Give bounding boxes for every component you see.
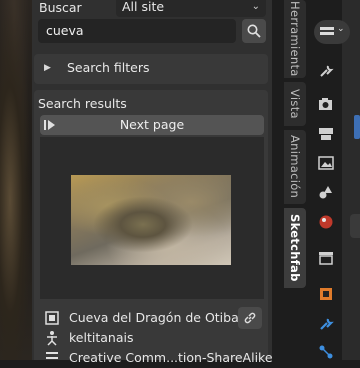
author-icon <box>47 331 57 346</box>
tab-label: Sketchfab <box>288 214 302 282</box>
search-filters-section[interactable]: ▶ Search filters <box>34 54 268 84</box>
tab-animacion[interactable]: Animación <box>284 130 306 204</box>
model-author: keltitanais <box>69 330 134 345</box>
editor-type-button[interactable]: ⌄ <box>314 20 350 44</box>
render-icon[interactable] <box>318 96 334 112</box>
search-scope-select[interactable]: All site ⌄ <box>116 0 266 17</box>
next-page-label: Next page <box>119 117 185 132</box>
mesh-object-icon <box>45 311 59 325</box>
license-icon <box>46 352 58 359</box>
chevron-down-icon: ⌄ <box>337 24 345 34</box>
next-page-button[interactable]: Next page <box>40 115 264 135</box>
model-thumbnail[interactable] <box>71 175 231 265</box>
editor-type-icon <box>320 27 334 35</box>
3d-viewport-edge <box>0 0 32 360</box>
properties-tabs <box>312 0 342 360</box>
next-page-icon <box>44 120 55 130</box>
link-icon <box>244 312 256 324</box>
tab-sketchfab[interactable]: Sketchfab <box>284 208 306 288</box>
property-field-edge <box>350 214 360 238</box>
search-results-label: Search results <box>38 96 127 111</box>
model-license: Creative Comm...tion-ShareAlike <box>69 350 273 365</box>
constraint-icon[interactable] <box>318 344 334 360</box>
tab-label: Herramienta <box>288 1 302 77</box>
tab-label: Vista <box>288 89 302 119</box>
property-field-edge <box>354 115 360 139</box>
search-label: Buscar <box>39 0 82 15</box>
world-icon[interactable] <box>318 214 334 230</box>
open-link-button[interactable] <box>238 307 262 329</box>
object-icon[interactable] <box>318 286 334 302</box>
search-scope-value: All site <box>122 0 165 14</box>
image-icon[interactable] <box>318 155 334 171</box>
tab-vista[interactable]: Vista <box>284 82 306 126</box>
expand-triangle-icon: ▶ <box>44 63 51 73</box>
chevron-down-icon: ⌄ <box>251 1 260 12</box>
modifier-icon[interactable] <box>318 316 334 332</box>
properties-content-edge <box>342 0 360 360</box>
tab-label: Animación <box>288 135 302 199</box>
search-button[interactable] <box>242 19 266 43</box>
collection-icon[interactable] <box>318 250 334 266</box>
output-icon[interactable] <box>318 126 334 142</box>
model-name: Cueva del Dragón de Otibar <box>69 310 244 325</box>
search-icon <box>247 24 261 38</box>
search-input[interactable]: cueva <box>38 19 236 43</box>
search-filters-label: Search filters <box>67 60 150 75</box>
tool-icon[interactable] <box>318 63 334 79</box>
tab-herramienta[interactable]: Herramienta <box>284 0 306 78</box>
physics-icon[interactable] <box>318 184 334 200</box>
